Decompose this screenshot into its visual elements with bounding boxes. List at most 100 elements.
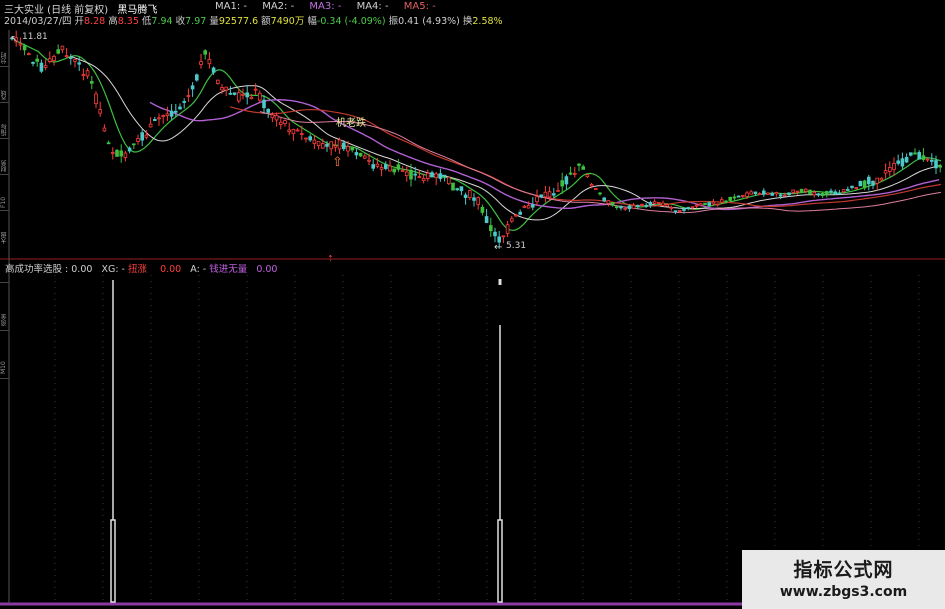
stock-chart[interactable]: ← ↖ ⇧ ⇡ — [0, 0, 945, 609]
candle-body — [757, 193, 762, 195]
candle-body — [388, 165, 392, 172]
left-tab-6[interactable]: 资金 — [0, 286, 9, 326]
candle-body — [673, 210, 678, 213]
candle-body — [699, 203, 703, 206]
candle-body — [791, 189, 795, 193]
candle-body — [434, 173, 438, 179]
candle-body — [678, 209, 682, 212]
candle-body — [26, 53, 31, 56]
candle-body — [535, 196, 539, 203]
ma1-label: MA1: - — [215, 1, 247, 12]
candle-body — [636, 205, 640, 207]
candle-body — [446, 176, 451, 185]
candle-body — [157, 117, 161, 120]
candle-body — [875, 177, 879, 184]
candle-body — [81, 74, 86, 76]
candle-body — [56, 49, 60, 54]
candle-body — [526, 204, 531, 209]
candle-body — [43, 65, 48, 68]
candle-body — [417, 176, 422, 178]
candle-body — [808, 189, 812, 194]
high-value: 8.35 — [117, 16, 139, 27]
candle-body — [413, 173, 417, 176]
left-tab-1[interactable]: K线 — [0, 70, 9, 100]
candle-body — [438, 173, 443, 179]
candle-body — [921, 155, 926, 160]
candle-body — [488, 225, 493, 232]
candle-body — [480, 206, 485, 213]
candle-body — [85, 70, 90, 77]
candle-body — [820, 193, 825, 196]
candle-body — [657, 201, 661, 204]
candle-body — [518, 211, 522, 215]
candle-body — [232, 92, 237, 95]
ma2-label: MA2: - — [262, 1, 295, 12]
candle-body — [892, 163, 896, 171]
left-tab-0[interactable]: 分时 — [0, 34, 9, 64]
a-name: 钱进无量 — [209, 264, 248, 275]
candle-body — [493, 231, 497, 237]
candle-body — [749, 191, 753, 195]
amplitude-value: 0.41 (4.93%) — [398, 16, 460, 27]
candle-body — [69, 57, 73, 59]
left-tab-2[interactable]: 指标 — [0, 106, 9, 136]
high-arrow-icon: ↖ — [10, 34, 18, 45]
candle-body — [484, 216, 489, 224]
ma-legend: MA1: - MA2: - MA3: - MA4: - MA5: - — [215, 1, 436, 12]
candle-body — [190, 85, 195, 90]
candle-body — [325, 143, 329, 147]
candle-body — [669, 206, 674, 209]
candle-body — [837, 192, 842, 195]
candle-body — [896, 160, 900, 164]
candle-body — [425, 172, 430, 179]
low-arrow-icon: ← — [494, 242, 502, 253]
candle-body — [522, 205, 527, 208]
candle-body — [623, 207, 627, 210]
candle-body — [358, 152, 363, 157]
candle-body — [888, 167, 892, 172]
signal-bar-base — [110, 519, 116, 603]
left-tab-3[interactable]: 财务 — [0, 142, 9, 172]
candle-body — [253, 88, 258, 91]
candle-body — [615, 206, 619, 209]
candle-body — [52, 56, 56, 62]
candle-body — [799, 188, 804, 193]
candle-body — [333, 145, 338, 148]
candle-body — [833, 191, 837, 195]
candle-body — [883, 170, 888, 174]
candle-body — [421, 177, 426, 181]
left-tab-5[interactable]: 大盘 — [0, 214, 9, 244]
candle-body — [60, 45, 65, 51]
candle-body — [640, 203, 644, 206]
candle-body — [224, 86, 229, 91]
candle-body — [766, 192, 770, 195]
candle-body — [804, 188, 808, 192]
candle-body — [203, 50, 208, 55]
candle-body — [463, 194, 468, 199]
candle-body — [879, 177, 884, 181]
candle-body — [194, 74, 199, 81]
candle-body — [467, 190, 472, 198]
left-tab-divider — [0, 282, 9, 283]
candle-body — [938, 165, 942, 168]
candle-body — [787, 192, 791, 196]
candle-body — [925, 158, 930, 161]
candle-body — [102, 127, 107, 132]
candle-body — [825, 191, 829, 196]
candle-body — [594, 188, 598, 190]
candle-body — [337, 139, 342, 150]
candle-body — [367, 159, 371, 162]
candle-body — [509, 218, 514, 222]
left-tab-4[interactable]: F10 — [0, 178, 9, 208]
change-value: -0.34 (-4.09%) — [316, 16, 386, 27]
left-tab-7[interactable]: M10 — [0, 334, 9, 374]
candle-body — [241, 93, 245, 96]
candle-body — [812, 191, 816, 196]
candle-body — [682, 208, 686, 211]
candle-body — [543, 191, 548, 198]
xg-value: 0.00 — [160, 264, 182, 275]
candle-body — [606, 200, 611, 204]
candle-body — [304, 137, 308, 140]
candle-body — [745, 192, 749, 197]
candle-body — [455, 188, 459, 191]
